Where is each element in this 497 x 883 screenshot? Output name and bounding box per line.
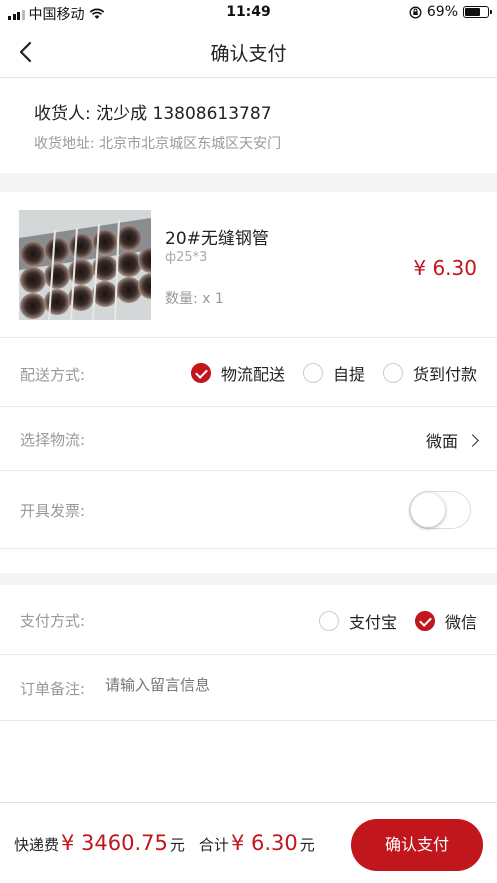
battery-fill [465,8,481,16]
radio-icon [382,363,403,383]
nav-bar: 确认支付 [0,26,497,78]
delivery-option-logistics[interactable]: 物流配送 [190,361,285,385]
order-remark-label: 订单备注: [20,680,86,698]
delivery-method-row: 配送方式: 物流配送 自提 货到付款 [0,339,497,407]
delivery-option-label: 物流配送 [220,365,285,384]
shipping-fee-label: 快递费 [14,836,60,854]
checkout-bar: 快递费 ¥ 3460.75 元 合计 ¥ 6.30 元 确认支付 [0,802,497,883]
delivery-method-label: 配送方式: [20,366,86,384]
logistics-selector[interactable]: 微面 [425,428,479,452]
invoice-label: 开具发票: [20,502,86,520]
total-amount: ¥ 6.30 [230,831,298,855]
battery-percent: 69% [426,4,458,20]
payment-option-label: 微信 [444,613,477,632]
radio-icon [318,611,339,631]
invoice-row: 开具发票: [0,471,497,549]
delivery-option-label: 自提 [332,365,365,384]
product-price: ¥ 6.30 [413,256,477,280]
shipping-fee-unit: 元 [169,836,185,854]
product-quantity: 数量: x 1 [165,291,224,307]
battery-icon [463,6,492,18]
payment-option-label: 支付宝 [348,613,397,632]
orientation-lock-icon [409,6,422,18]
logistics-value: 微面 [425,432,458,451]
section-divider [0,173,497,192]
status-bar: 中国移动 11:49 69% [0,0,497,26]
payment-method-label: 支付方式: [20,612,86,630]
payment-options: 支付宝 微信 [301,609,477,633]
delivery-options: 物流配送 自提 货到付款 [173,361,477,385]
order-remark-input[interactable] [105,676,405,694]
total-label: 合计 [198,836,229,854]
product-name: 20#无缝钢管 [165,229,269,249]
address-section[interactable]: 收货人: 沈少成 13808613787 收货地址: 北京市北京城区东城区天安门 [0,79,497,173]
radio-checked-icon [414,611,435,631]
section-divider [0,573,497,585]
total-unit: 元 [299,836,315,854]
radio-icon [302,363,323,383]
product-card: 20#无缝钢管 ф25*3 数量: x 1 ¥ 6.30 [0,192,497,338]
toggle-knob [411,493,445,527]
chevron-right-icon [466,433,479,447]
shipping-address: 收货地址: 北京市北京城区东城区天安门 [34,136,282,152]
shipping-fee-amount: ¥ 3460.75 [61,831,168,855]
delivery-option-pickup[interactable]: 自提 [302,361,365,385]
delivery-option-label: 货到付款 [412,365,477,384]
page-title: 确认支付 [210,43,287,65]
invoice-toggle[interactable] [409,491,471,529]
recipient-info: 收货人: 沈少成 13808613787 [34,104,272,124]
radio-checked-icon [190,363,211,383]
status-bar-right: 69% [409,4,492,20]
product-image [19,210,151,320]
logistics-row[interactable]: 选择物流: 微面 [0,407,497,471]
payment-option-wechat[interactable]: 微信 [414,609,477,633]
payment-method-row: 支付方式: 支付宝 微信 [0,585,497,655]
delivery-option-cod[interactable]: 货到付款 [382,361,477,385]
product-spec: ф25*3 [165,250,208,265]
checkout-summary: 快递费 ¥ 3460.75 元 合计 ¥ 6.30 元 [14,831,315,855]
order-remark-row: 订单备注: [0,655,497,721]
payment-option-alipay[interactable]: 支付宝 [318,609,397,633]
confirm-payment-button[interactable]: 确认支付 [351,819,483,871]
logistics-label: 选择物流: [20,431,86,449]
